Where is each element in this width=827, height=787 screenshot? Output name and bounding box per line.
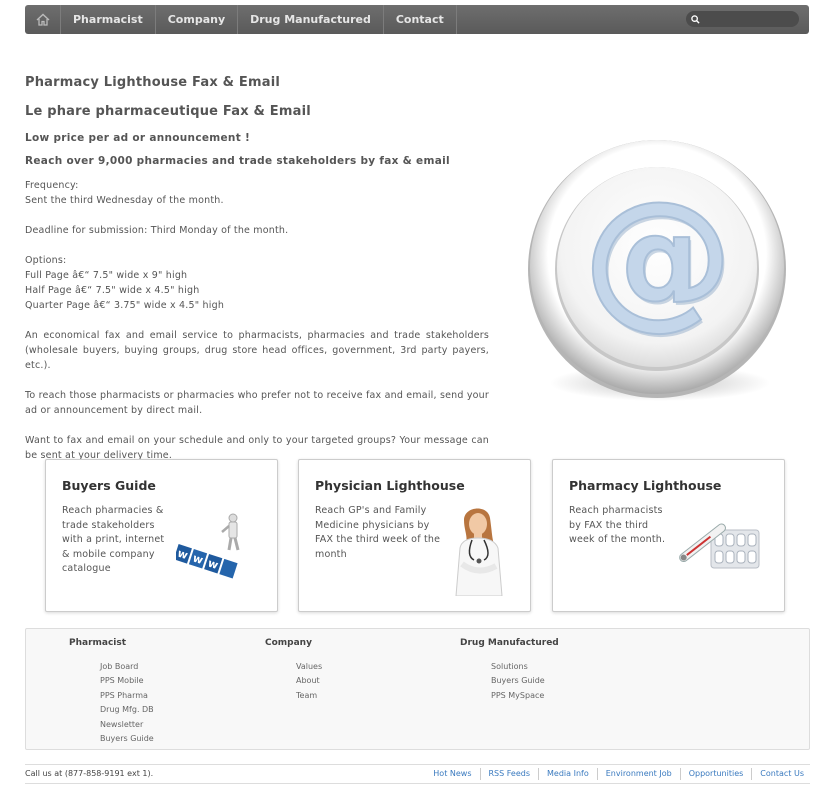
frequency-value: Sent the third Wednesday of the month. xyxy=(25,195,224,206)
card-physician-lighthouse[interactable]: Physician Lighthouse Reach GP's and Fami… xyxy=(298,459,531,612)
direct-mail-paragraph: To reach those pharmacists or pharmacies… xyxy=(25,390,489,416)
options-label: Options: xyxy=(25,255,67,266)
footer-column-pharmacist: Pharmacist Job Board PPS Mobile PPS Phar… xyxy=(69,638,154,746)
nav-item-pharmacist[interactable]: Pharmacist xyxy=(61,5,156,34)
footer-link-values[interactable]: Values xyxy=(265,660,322,674)
footer-heading: Pharmacist xyxy=(69,638,127,648)
search-box xyxy=(686,11,799,27)
link-rss-feeds[interactable]: RSS Feeds xyxy=(481,768,540,780)
option-half-page: Half Page â€“ 7.5" wide x 4.5" high xyxy=(25,285,200,296)
nav-item-drug-manufactured[interactable]: Drug Manufactured xyxy=(238,5,384,34)
card-pharmacy-lighthouse[interactable]: Pharmacy Lighthouse Reach pharmacists by… xyxy=(552,459,785,612)
footer-link-team[interactable]: Team xyxy=(265,689,322,703)
footer-link-drug-mfg-db[interactable]: Drug Mfg. DB xyxy=(69,703,154,717)
contact-phone: Call us at (877-858-9191 ext 1). xyxy=(25,769,154,778)
card-buyers-guide[interactable]: Buyers Guide Reach pharmacies & trade st… xyxy=(45,459,278,612)
footer-link-pps-myspace[interactable]: PPS MySpace xyxy=(460,689,559,703)
feature-cards: Buyers Guide Reach pharmacies & trade st… xyxy=(45,459,787,612)
footer-link-about[interactable]: About xyxy=(265,674,322,688)
footer-sitemap: Pharmacist Job Board PPS Mobile PPS Phar… xyxy=(25,628,810,750)
option-quarter-page: Quarter Page â€“ 3.75" wide x 4.5" high xyxy=(25,300,225,311)
card-title: Pharmacy Lighthouse xyxy=(569,478,722,493)
footer-link-buyers-guide[interactable]: Buyers Guide xyxy=(460,674,559,688)
nav-item-company[interactable]: Company xyxy=(156,5,239,34)
card-text: Reach GP's and Family Medicine physician… xyxy=(315,505,441,560)
frequency-label: Frequency: xyxy=(25,180,79,191)
footer-column-company: Company Values About Team xyxy=(265,638,322,703)
tagline-reach: Reach over 9,000 pharmacies and trade st… xyxy=(25,155,450,167)
card-text: Reach pharmacists by FAX the third week … xyxy=(569,505,666,545)
email-at-icon: @ @ xyxy=(528,138,788,408)
link-hot-news[interactable]: Hot News xyxy=(425,768,481,780)
tagline-price: Low price per ad or announcement ! xyxy=(25,132,251,144)
svg-text:@: @ xyxy=(583,170,733,344)
link-media-info[interactable]: Media Info xyxy=(539,768,598,780)
page-title: Pharmacy Lighthouse Fax & Email xyxy=(25,75,281,90)
main-content: Pharmacy Lighthouse Fax & Email Le phare… xyxy=(25,75,489,463)
description-paragraph: An economical fax and email service to p… xyxy=(25,330,489,371)
footer-link-solutions[interactable]: Solutions xyxy=(460,660,559,674)
link-environment-job[interactable]: Environment Job xyxy=(598,768,681,780)
www-figure-icon: w w w xyxy=(176,513,240,579)
card-title: Buyers Guide xyxy=(62,478,156,493)
search-icon[interactable] xyxy=(691,14,700,24)
page-title-french: Le phare pharmaceutique Fax & Email xyxy=(25,104,311,119)
option-full-page: Full Page â€“ 7.5" wide x 9" high xyxy=(25,270,188,281)
footer-link-job-board[interactable]: Job Board xyxy=(69,660,154,674)
footer-column-drug-manufactured: Drug Manufactured Solutions Buyers Guide… xyxy=(460,638,559,703)
thermometer-pills-icon xyxy=(679,523,760,569)
link-opportunities[interactable]: Opportunities xyxy=(681,768,753,780)
footer-link-pps-pharma[interactable]: PPS Pharma xyxy=(69,689,154,703)
home-icon[interactable] xyxy=(25,5,61,34)
search-input[interactable] xyxy=(704,13,794,25)
deadline-text: Deadline for submission: Third Monday of… xyxy=(25,225,289,236)
link-contact-us[interactable]: Contact Us xyxy=(752,768,810,780)
bottom-bar: Call us at (877-858-9191 ext 1). Hot New… xyxy=(25,764,810,784)
footer-heading: Drug Manufactured xyxy=(460,638,559,648)
footer-link-pps-mobile[interactable]: PPS Mobile xyxy=(69,674,154,688)
card-text: Reach pharmacies & trade stakeholders wi… xyxy=(62,505,165,574)
footer-link-newsletter[interactable]: Newsletter xyxy=(69,718,154,732)
bottom-links: Hot News RSS Feeds Media Info Environmen… xyxy=(425,768,810,780)
nav-item-contact[interactable]: Contact xyxy=(384,5,457,34)
footer-link-buyers-guide[interactable]: Buyers Guide xyxy=(69,732,154,746)
doctor-icon xyxy=(455,508,503,596)
footer-heading: Company xyxy=(265,638,312,648)
main-nav: Pharmacist Company Drug Manufactured Con… xyxy=(25,5,809,34)
card-title: Physician Lighthouse xyxy=(315,478,465,493)
